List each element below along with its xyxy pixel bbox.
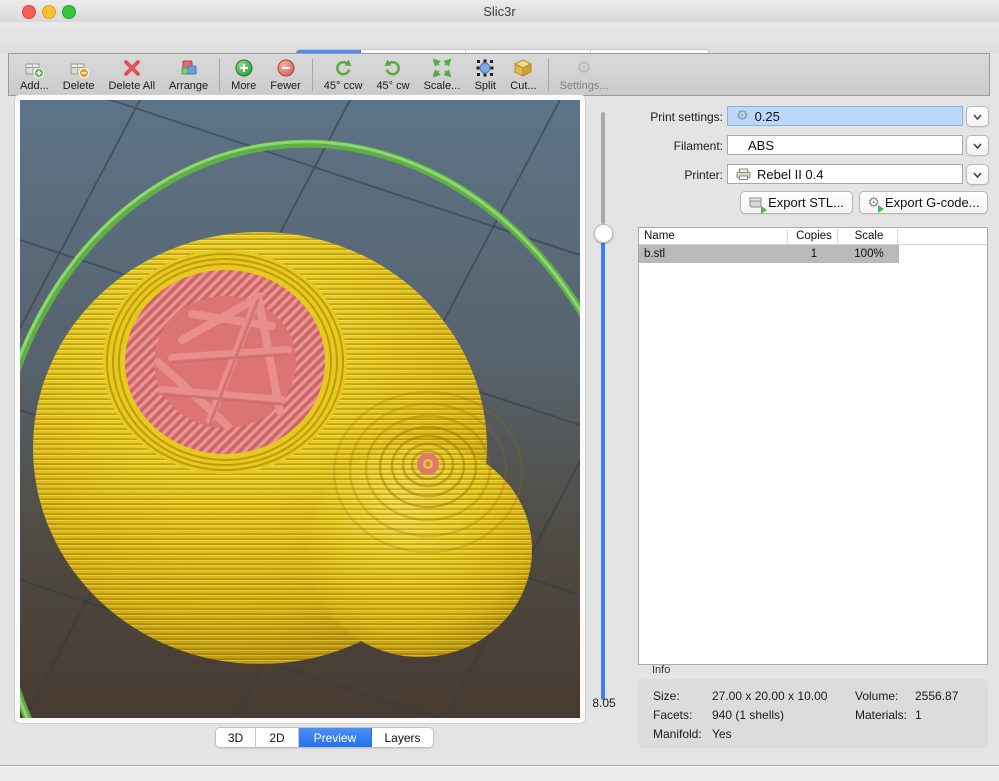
print-settings-dropdown-button[interactable] — [966, 106, 989, 127]
filament-label: Filament: — [635, 139, 723, 153]
export-stl-button[interactable]: Export STL... — [740, 191, 853, 214]
toolbar-separator — [219, 59, 220, 91]
fewer-button[interactable]: Fewer — [263, 54, 308, 96]
rotate-ccw-icon — [332, 57, 354, 79]
object-scale: 100% — [839, 248, 899, 260]
main-tab-strip: Plater Print Settings Filament Settings … — [0, 22, 999, 53]
toolbar-separator — [312, 59, 313, 91]
volume-value: 2556.87 — [915, 689, 958, 703]
column-name[interactable]: Name — [644, 228, 675, 244]
more-plus-icon — [233, 57, 255, 79]
filament-select[interactable]: ABS — [727, 135, 963, 155]
chevron-down-icon — [973, 172, 982, 178]
materials-label: Materials: — [855, 708, 907, 722]
info-panel: Size: 27.00 x 20.00 x 10.00 Volume: 2556… — [638, 679, 988, 748]
split-object-icon — [474, 57, 496, 79]
export-gcode-button[interactable]: ⚙ Export G-code... — [859, 191, 988, 214]
rotate-ccw-button[interactable]: 45° ccw — [317, 54, 370, 96]
cut-button[interactable]: Cut... — [503, 54, 543, 96]
settings-button[interactable]: ⚙ Settings... — [553, 54, 616, 96]
preview-3d-viewport[interactable] — [20, 100, 580, 718]
manifold-label: Manifold: — [653, 727, 702, 741]
print-settings-label: Print settings: — [635, 110, 723, 124]
rotate-cw-icon — [382, 57, 404, 79]
column-copies[interactable]: Copies — [789, 228, 839, 244]
layer-slider-track-lower[interactable] — [601, 242, 605, 700]
printer-select[interactable]: Rebel II 0.4 — [727, 164, 963, 184]
size-label: Size: — [653, 689, 680, 703]
volume-label: Volume: — [855, 689, 898, 703]
object-list[interactable]: Name Copies Scale b.stl 1 100% — [638, 227, 988, 665]
export-gcode-gear-icon: ⚙ — [867, 196, 880, 210]
more-button[interactable]: More — [224, 54, 263, 96]
arrange-cubes-icon — [178, 57, 200, 79]
fewer-minus-icon — [275, 57, 297, 79]
size-value: 27.00 x 20.00 x 10.00 — [712, 689, 827, 703]
view-tab-layers[interactable]: Layers — [372, 728, 433, 747]
settings-gear-icon: ⚙ — [576, 57, 591, 79]
window-bottom-strip — [0, 766, 999, 781]
printer-dropdown-button[interactable] — [966, 164, 989, 185]
delete-button[interactable]: Delete — [56, 54, 102, 96]
scale-button[interactable]: Scale... — [417, 54, 468, 96]
chevron-down-icon — [973, 143, 982, 149]
view-tab-2d[interactable]: 2D — [256, 728, 299, 747]
layer-slider-value: 8.05 — [584, 696, 624, 710]
cut-box-icon — [512, 57, 534, 79]
info-section-title: Info — [652, 664, 670, 676]
delete-all-button[interactable]: Delete All — [102, 54, 162, 96]
delete-box-icon — [68, 57, 90, 79]
window-title: Slic3r — [0, 4, 999, 19]
materials-value: 1 — [915, 708, 922, 722]
toolbar: Add... Delete Delete All Arrange More Fe… — [8, 53, 990, 96]
facets-label: Facets: — [653, 708, 692, 722]
title-bar: Slic3r — [0, 0, 999, 23]
column-scale[interactable]: Scale — [839, 228, 899, 244]
add-button[interactable]: Add... — [13, 54, 56, 96]
facets-value: 940 (1 shells) — [712, 708, 784, 722]
export-stl-icon — [749, 195, 763, 211]
layer-slider-thumb[interactable] — [594, 224, 613, 243]
print-settings-select[interactable]: ⚙ 0.25 — [727, 106, 963, 126]
split-button[interactable]: Split — [467, 54, 503, 96]
view-tab-3d[interactable]: 3D — [216, 728, 256, 747]
object-name: b.stl — [644, 248, 665, 260]
delete-all-x-icon — [121, 57, 143, 79]
manifold-value: Yes — [712, 727, 732, 741]
object-row-bstl[interactable]: b.stl 1 100% — [639, 245, 899, 263]
filament-dropdown-button[interactable] — [966, 135, 989, 156]
object-list-header: Name Copies Scale — [639, 228, 987, 245]
arrange-button[interactable]: Arrange — [162, 54, 215, 96]
scale-arrows-icon — [431, 57, 453, 79]
add-box-icon — [23, 57, 45, 79]
view-mode-tabs: 3D 2D Preview Layers — [215, 727, 434, 748]
object-copies: 1 — [789, 248, 839, 260]
view-tab-preview[interactable]: Preview — [299, 728, 372, 747]
rotate-cw-button[interactable]: 45° cw — [369, 54, 416, 96]
print-profile-gear-icon: ⚙ — [736, 109, 749, 123]
printer-label: Printer: — [635, 168, 723, 182]
printer-icon — [736, 168, 751, 180]
layer-slider-track-upper[interactable] — [601, 112, 605, 224]
chevron-down-icon — [973, 114, 982, 120]
toolbar-separator — [548, 59, 549, 91]
